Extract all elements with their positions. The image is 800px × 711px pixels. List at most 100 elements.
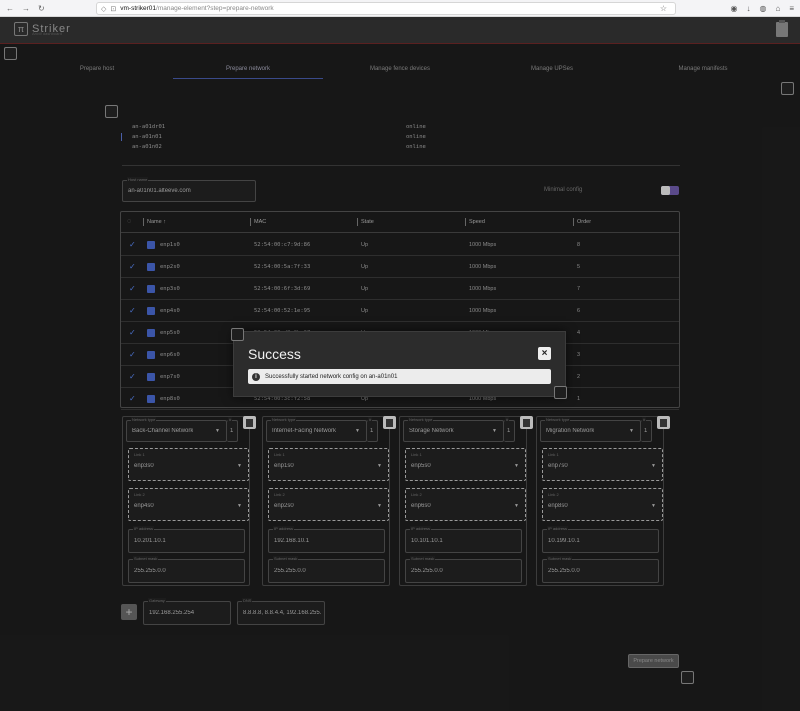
drag-handle-icon[interactable]: [147, 395, 155, 403]
delete-network-icon[interactable]: [657, 416, 670, 429]
host-name-field[interactable]: Host name an-a01n01.alteeve.com: [122, 177, 256, 202]
subnet-mask-field[interactable]: Subnet mask 255.255.0.0: [268, 556, 385, 583]
table-row[interactable]: ✓ enp3s0 52:54:00:6f:3d:69 Up 1000 Mbps 7: [121, 278, 679, 300]
logo-subtitle: Anvil! dashboard: [32, 31, 62, 36]
column-header-speed[interactable]: Speed: [469, 219, 485, 225]
add-network-button[interactable]: +: [121, 604, 137, 620]
delete-network-icon[interactable]: [243, 416, 256, 429]
focus-corner-marker: [681, 671, 694, 684]
pocket-icon[interactable]: ◉: [731, 4, 738, 13]
tab-prepare-host[interactable]: Prepare host: [22, 66, 172, 72]
drag-handle-icon[interactable]: [147, 351, 155, 359]
cell-mac: 52:54:00:5a:7f:33: [254, 264, 311, 270]
field-value: 192.168.255.254: [149, 610, 195, 616]
dialog-title: Success: [248, 346, 301, 362]
gateway-field[interactable]: Gateway 192.168.255.254: [143, 598, 231, 625]
dropdown-arrow-icon: ▼: [237, 463, 242, 469]
minimal-config-toggle[interactable]: [661, 186, 679, 195]
bookmark-star-icon[interactable]: ☆: [660, 4, 667, 13]
checkmark-icon[interactable]: ✓: [129, 394, 136, 403]
field-label: #: [505, 417, 510, 422]
link2-select[interactable]: Link 2 enp4s0 ▼: [128, 488, 249, 521]
focus-corner-marker: [231, 328, 244, 341]
link1-select[interactable]: Link 1 enp3s0 ▼: [128, 448, 249, 481]
reload-icon[interactable]: ↻: [38, 4, 45, 13]
ip-address-field[interactable]: IP address 192.168.10.1: [268, 526, 385, 553]
field-label: #: [228, 417, 233, 422]
checkmark-icon[interactable]: ✓: [129, 262, 136, 271]
list-item[interactable]: an-a01n01 online: [121, 132, 680, 142]
table-row[interactable]: ✓ enp2s0 52:54:00:5a:7f:33 Up 1000 Mbps 5: [121, 256, 679, 278]
prepare-network-button[interactable]: Prepare network: [628, 654, 679, 668]
account-icon[interactable]: ◍: [760, 4, 767, 13]
network-number-field[interactable]: #1: [641, 417, 652, 442]
dropdown-arrow-icon: ▼: [514, 503, 519, 509]
column-header-state[interactable]: State: [361, 219, 374, 225]
column-header-mac[interactable]: MAC: [254, 219, 266, 225]
cell-state: Up: [361, 242, 369, 248]
checkmark-icon[interactable]: ✓: [129, 306, 136, 315]
subnet-mask-field[interactable]: Subnet mask 255.255.0.0: [542, 556, 659, 583]
network-number-field[interactable]: #1: [227, 417, 238, 442]
back-icon[interactable]: ←: [6, 4, 14, 13]
column-header-order[interactable]: Order: [577, 219, 591, 225]
clipboard-icon[interactable]: [776, 20, 788, 37]
forward-icon[interactable]: →: [22, 4, 30, 13]
ip-address-field[interactable]: IP address 10.101.10.1: [405, 526, 522, 553]
download-icon[interactable]: ↓: [747, 4, 751, 13]
close-icon[interactable]: ×: [538, 347, 551, 360]
checkmark-icon[interactable]: ✓: [129, 372, 136, 381]
tab-manage-upses[interactable]: Manage UPSes: [477, 66, 627, 72]
tab-prepare-network[interactable]: Prepare network: [173, 66, 323, 79]
host-name: an-a01dr01: [132, 124, 166, 130]
ip-address-field[interactable]: IP address 10.201.10.1: [128, 526, 245, 553]
checkmark-icon[interactable]: ✓: [129, 240, 136, 249]
drag-handle-icon[interactable]: [147, 263, 155, 271]
network-type-select[interactable]: Network type Storage Network ▼: [403, 417, 504, 442]
list-item[interactable]: an-a01n02 online: [130, 142, 680, 152]
delete-network-icon[interactable]: [520, 416, 533, 429]
extensions-icon[interactable]: ⌂: [775, 4, 780, 13]
cell-order: 2: [577, 374, 581, 380]
link1-select[interactable]: Link 1 enp1s0 ▼: [268, 448, 389, 481]
table-row[interactable]: ✓ enp1s0 52:54:00:c7:9d:86 Up 1000 Mbps 8: [121, 234, 679, 256]
field-value: 255.255.0.0: [411, 568, 443, 574]
cell-name: enp7s0: [160, 374, 180, 380]
drag-handle-icon[interactable]: [147, 307, 155, 315]
menu-icon[interactable]: ≡: [789, 4, 794, 13]
table-row[interactable]: ✓ enp4s0 52:54:00:52:1e:95 Up 1000 Mbps 6: [121, 300, 679, 322]
ip-address-field[interactable]: IP address 10.199.10.1: [542, 526, 659, 553]
column-header-name[interactable]: Name ↑: [147, 219, 166, 225]
drag-handle-icon[interactable]: [147, 241, 155, 249]
tab-manage-manifests[interactable]: Manage manifests: [628, 66, 778, 72]
host-status: online: [406, 144, 426, 150]
checkmark-icon[interactable]: ✓: [129, 284, 136, 293]
link2-select[interactable]: Link 2 enp8s0 ▼: [542, 488, 663, 521]
select-all-icon[interactable]: ◌: [127, 218, 131, 225]
subnet-mask-field[interactable]: Subnet mask 255.255.0.0: [128, 556, 245, 583]
checkmark-icon[interactable]: ✓: [129, 328, 136, 337]
drag-handle-icon[interactable]: [147, 285, 155, 293]
network-type-select[interactable]: Network type Internet-Facing Network ▼: [266, 417, 367, 442]
checkmark-icon[interactable]: ✓: [129, 350, 136, 359]
field-label: Link 2: [133, 492, 146, 497]
address-bar[interactable]: ◇ ⊡ vm-striker01/manage-element?step=pre…: [96, 2, 676, 15]
delete-network-icon[interactable]: [383, 416, 396, 429]
toggle-knob: [661, 186, 670, 195]
network-type-select[interactable]: Network type Back-Channel Network ▼: [126, 417, 227, 442]
network-number-field[interactable]: #1: [504, 417, 515, 442]
drag-handle-icon[interactable]: [147, 373, 155, 381]
list-item[interactable]: an-a01dr01 online: [130, 122, 680, 132]
drag-handle-icon[interactable]: [147, 329, 155, 337]
link2-select[interactable]: Link 2 enp2s0 ▼: [268, 488, 389, 521]
dns-field[interactable]: DNS 8.8.8.8, 8.8.4.4, 192.168.255.254: [237, 598, 325, 625]
column-separator: [573, 218, 574, 226]
subnet-mask-field[interactable]: Subnet mask 255.255.0.0: [405, 556, 522, 583]
column-separator: [143, 218, 144, 226]
network-type-select[interactable]: Network type Migration Network ▼: [540, 417, 641, 442]
link1-select[interactable]: Link 1 enp7s0 ▼: [542, 448, 663, 481]
link1-select[interactable]: Link 1 enp5s0 ▼: [405, 448, 526, 481]
link2-select[interactable]: Link 2 enp6s0 ▼: [405, 488, 526, 521]
tab-manage-fence-devices[interactable]: Manage fence devices: [325, 66, 475, 72]
network-number-field[interactable]: #1: [367, 417, 378, 442]
